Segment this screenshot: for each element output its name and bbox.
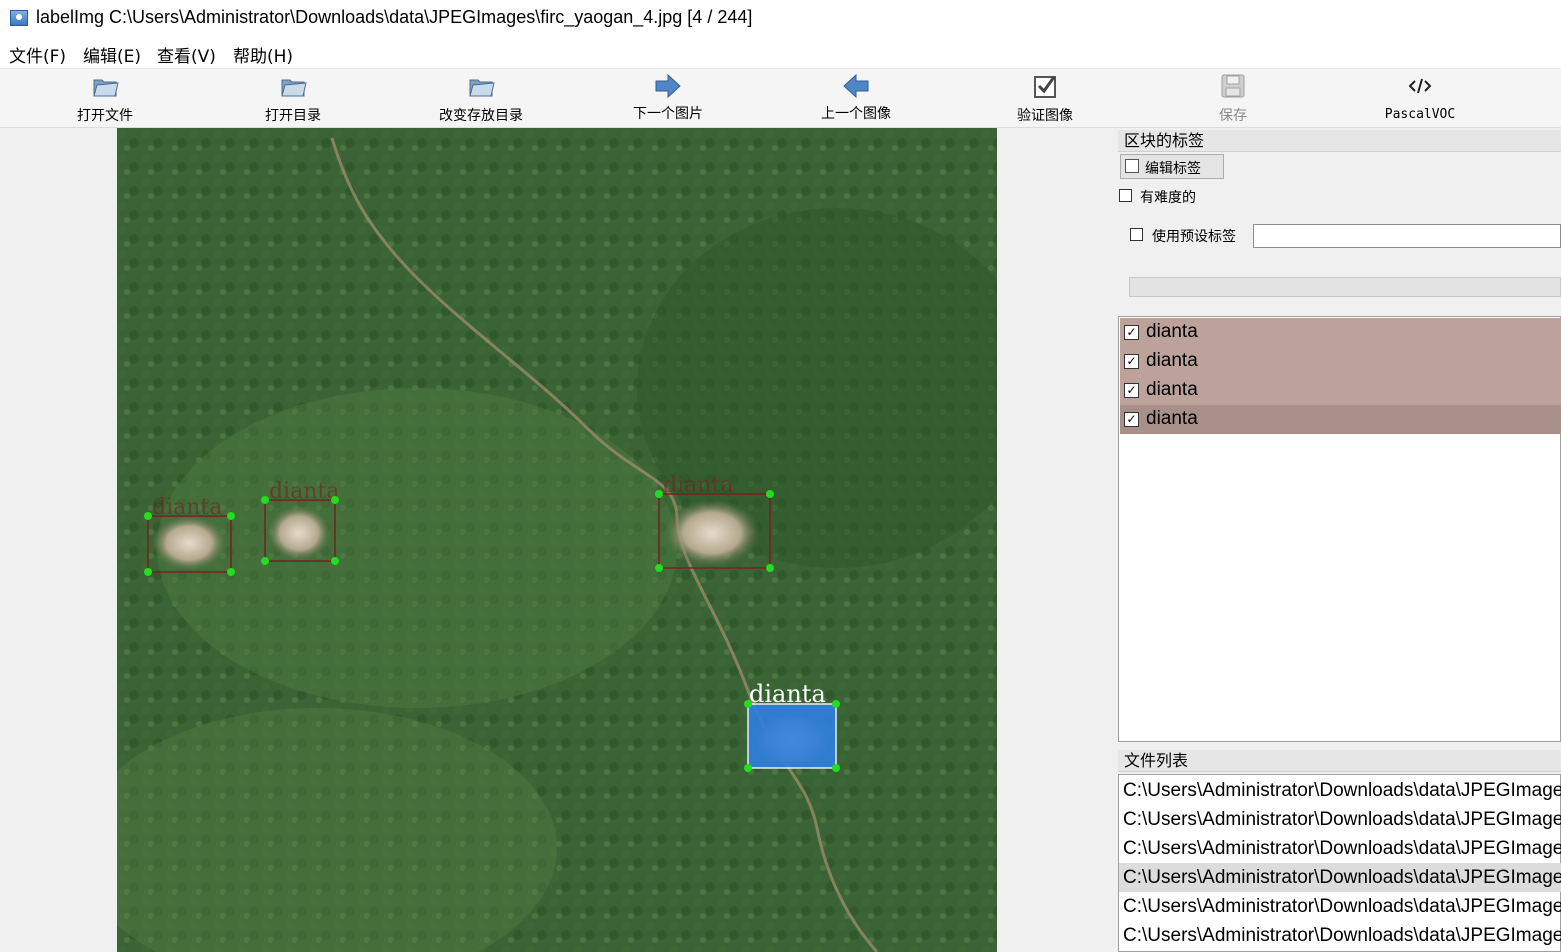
label-checkbox[interactable]: ✓: [1124, 383, 1139, 398]
window-title: labelImg C:\Users\Administrator\Download…: [36, 7, 753, 27]
file-list-item[interactable]: C:\Users\Administrator\Downloads\data\JP…: [1119, 892, 1561, 921]
file-list-item-selected[interactable]: C:\Users\Administrator\Downloads\data\JP…: [1119, 863, 1561, 892]
satellite-image[interactable]: dianta dianta dianta dianta: [117, 128, 997, 952]
next-image-label: 下一个图片: [633, 106, 703, 122]
change-save-dir-label: 改变存放目录: [439, 108, 523, 124]
box-label: dianta: [749, 680, 826, 708]
save-label: 保存: [1219, 108, 1247, 124]
default-label-input[interactable]: [1253, 224, 1561, 248]
label-item-text: dianta: [1146, 350, 1198, 371]
box-label: dianta: [663, 473, 733, 498]
checkbox-icon: [1034, 76, 1056, 98]
label-list-item[interactable]: ✓ dianta: [1120, 347, 1561, 376]
file-dock-title: 文件列表: [1118, 750, 1561, 772]
menu-help[interactable]: 帮助(H): [233, 42, 293, 67]
file-list-item[interactable]: C:\Users\Administrator\Downloads\data\JP…: [1119, 834, 1561, 863]
prev-image-label: 上一个图像: [821, 106, 891, 122]
menu-file[interactable]: 文件(F): [9, 42, 66, 67]
folder-icon: [93, 79, 119, 97]
open-file-label: 打开文件: [77, 108, 133, 124]
arrow-left-icon: [843, 73, 869, 99]
label-checkbox[interactable]: ✓: [1124, 325, 1139, 340]
open-dir-button[interactable]: 打开目录: [213, 70, 373, 126]
edit-label-button[interactable]: 编辑标签: [1120, 154, 1224, 179]
app-icon: [10, 10, 28, 26]
arrow-right-icon: [655, 73, 681, 99]
menu-edit[interactable]: 编辑(E): [83, 42, 141, 67]
edit-label-text: 编辑标签: [1145, 161, 1201, 177]
use-default-label-checkbox[interactable]: [1130, 228, 1143, 241]
box-label: dianta: [152, 495, 222, 520]
difficult-checkbox[interactable]: [1119, 189, 1132, 202]
title-bar: labelImg C:\Users\Administrator\Download…: [0, 0, 1561, 38]
label-list-item[interactable]: ✓ dianta: [1120, 376, 1561, 405]
next-image-button[interactable]: 下一个图片: [588, 70, 748, 126]
folder-icon: [469, 79, 495, 97]
format-toggle-button[interactable]: PascalVOC: [1340, 70, 1500, 126]
code-tag-icon: [1408, 78, 1432, 94]
label-item-text: dianta: [1146, 408, 1198, 429]
save-button[interactable]: 保存: [1153, 70, 1313, 126]
verify-image-button[interactable]: 验证图像: [965, 70, 1125, 126]
label-item-text: dianta: [1146, 321, 1198, 342]
label-list-item[interactable]: ✓ dianta: [1120, 318, 1561, 347]
change-save-dir-button[interactable]: 改变存放目录: [401, 70, 561, 126]
label-item-text: dianta: [1146, 379, 1198, 400]
floppy-disk-icon: [1221, 74, 1245, 98]
folder-icon: [281, 79, 307, 97]
box-label: dianta: [269, 479, 339, 504]
image-canvas: dianta dianta dianta dianta: [117, 128, 997, 952]
edit-icon: [1125, 159, 1139, 173]
label-combo[interactable]: [1129, 277, 1561, 297]
file-list-item[interactable]: C:\Users\Administrator\Downloads\data\JP…: [1119, 805, 1561, 834]
selected-bounding-box[interactable]: dianta: [744, 680, 840, 772]
menu-view[interactable]: 查看(V): [157, 42, 216, 67]
verify-image-label: 验证图像: [1017, 108, 1073, 124]
format-label: PascalVOC: [1384, 107, 1456, 122]
file-list-item[interactable]: C:\Users\Administrator\Downloads\data\JP…: [1119, 776, 1561, 805]
file-list-item[interactable]: C:\Users\Administrator\Downloads\data\JP…: [1119, 921, 1561, 952]
use-default-label-text: 使用预设标签: [1152, 229, 1236, 245]
label-list-item-selected[interactable]: ✓ dianta: [1120, 405, 1561, 434]
open-file-button[interactable]: 打开文件: [25, 70, 185, 126]
difficult-label: 有难度的: [1140, 190, 1196, 206]
label-dock-title: 区块的标签: [1118, 130, 1561, 152]
prev-image-button[interactable]: 上一个图像: [776, 70, 936, 126]
open-dir-label: 打开目录: [265, 108, 321, 124]
label-checkbox[interactable]: ✓: [1124, 412, 1139, 427]
label-checkbox[interactable]: ✓: [1124, 354, 1139, 369]
